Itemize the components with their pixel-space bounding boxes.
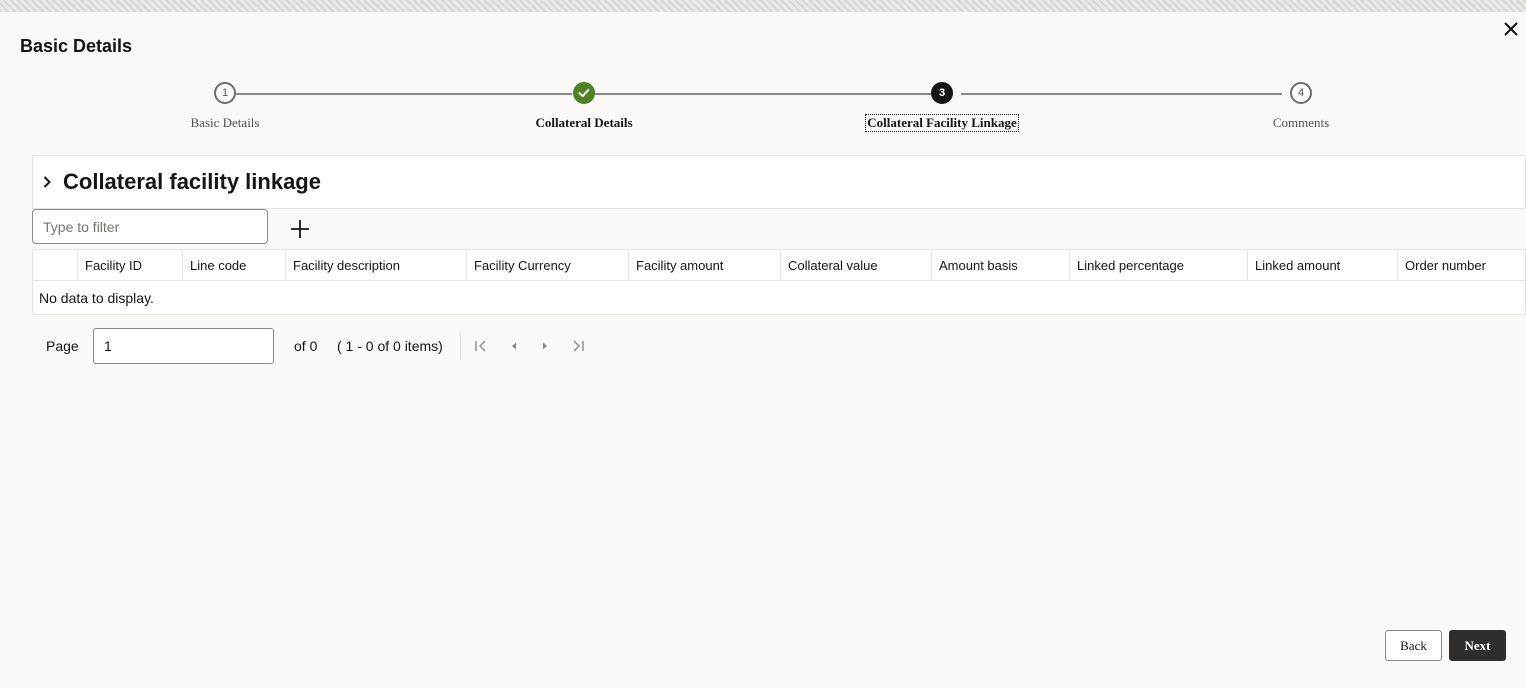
column-header-facility-description[interactable]: Facility description [286,250,467,280]
page-count-text: of 0 [294,338,318,354]
previous-page-icon[interactable] [506,338,522,354]
column-header-linked-percentage[interactable]: Linked percentage [1070,250,1248,280]
row-selector-header[interactable] [33,250,78,280]
dialog-title: Basic Details [20,36,133,56]
page-range-text: ( 1 - 0 of 0 items) [337,338,443,354]
table-header-row: Facility ID Line code Facility descripti… [32,249,1526,281]
column-header-facility-id[interactable]: Facility ID [78,250,183,280]
step-collateral-details[interactable]: Collateral Details [464,82,704,132]
step-number-circle: 1 [214,82,236,104]
page-label: Page [46,338,79,354]
first-page-icon[interactable] [473,338,489,354]
step-label: Basic Details [190,115,260,130]
step-number-circle: 4 [1290,82,1312,104]
pagination-divider [460,332,461,360]
step-label: Comments [1272,115,1330,130]
column-header-order-number[interactable]: Order number [1398,250,1525,280]
step-done-circle [573,82,595,104]
facility-linkage-table: Facility ID Line code Facility descripti… [32,249,1526,315]
column-header-line-code[interactable]: Line code [183,250,286,280]
last-page-icon[interactable] [570,338,586,354]
page-number-input[interactable] [93,328,274,364]
train-stepper: 1 Basic Details Collateral Details 3 Col… [0,82,1526,142]
top-background-strip [0,0,1526,12]
checkmark-icon [578,88,590,98]
table-toolbar [32,209,1526,249]
step-collateral-facility-linkage[interactable]: 3 Collateral Facility Linkage [822,82,1062,132]
next-page-icon[interactable] [537,338,553,354]
filter-input[interactable] [32,209,268,244]
section-title: Collateral facility linkage [63,169,321,194]
pagination-bar: Page of 0 ( 1 - 0 of 0 items) [46,328,646,364]
column-header-collateral-value[interactable]: Collateral value [781,250,932,280]
add-icon[interactable] [288,217,312,241]
step-number-circle: 3 [931,82,953,104]
column-header-amount-basis[interactable]: Amount basis [932,250,1070,280]
step-basic-details[interactable]: 1 Basic Details [105,82,345,132]
column-header-facility-currency[interactable]: Facility Currency [467,250,629,280]
back-button[interactable]: Back [1385,630,1442,661]
empty-table-row: No data to display. [32,281,1526,315]
step-label: Collateral Details [535,115,633,130]
close-icon[interactable] [1500,18,1522,40]
section-header[interactable]: Collateral facility linkage [32,155,1526,209]
column-header-linked-amount[interactable]: Linked amount [1248,250,1398,280]
step-label: Collateral Facility Linkage [865,114,1019,132]
column-header-facility-amount[interactable]: Facility amount [629,250,781,280]
next-button[interactable]: Next [1449,630,1506,661]
step-comments[interactable]: 4 Comments [1181,82,1421,132]
chevron-right-icon[interactable] [39,174,55,190]
collateral-facility-linkage-section: Collateral facility linkage Facility ID … [32,155,1526,315]
